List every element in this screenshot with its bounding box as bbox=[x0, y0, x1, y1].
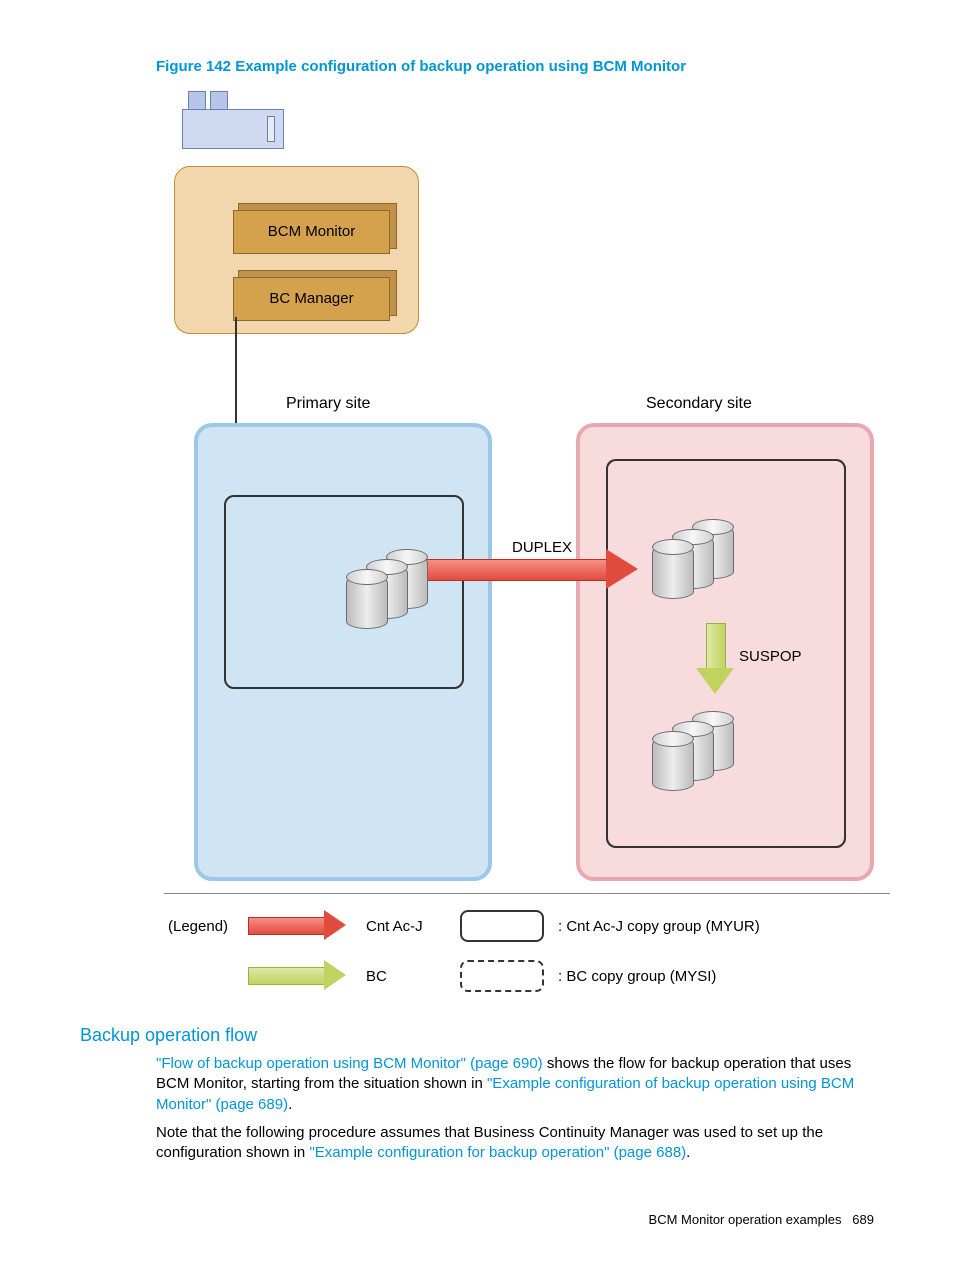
bc-manager-box: BC Manager bbox=[233, 277, 390, 321]
legend-cntacj-box-label: : Cnt Ac-J copy group (MYUR) bbox=[558, 918, 760, 935]
legend-solid-box-icon bbox=[460, 910, 544, 942]
duplex-arrow-icon bbox=[411, 555, 641, 583]
primary-site-box bbox=[194, 423, 492, 881]
page-footer: BCM Monitor operation examples 689 bbox=[649, 1212, 874, 1227]
legend: (Legend) Cnt Ac-J : Cnt Ac-J copy group … bbox=[164, 893, 890, 1008]
disk-cluster-secondary-top bbox=[652, 525, 730, 599]
legend-bc-box-label: : BC copy group (MYSI) bbox=[558, 968, 716, 985]
disk-cluster-primary bbox=[346, 555, 424, 629]
server-rack-icon bbox=[182, 93, 282, 155]
suspop-label: SUSPOP bbox=[739, 648, 802, 665]
figure-caption: Figure 142 Example configuration of back… bbox=[156, 58, 874, 75]
suspop-arrow-icon bbox=[701, 623, 729, 695]
host-group-box: BCM Monitor BC Manager bbox=[174, 166, 419, 334]
primary-site-label: Primary site bbox=[286, 395, 370, 413]
section-heading: Backup operation flow bbox=[80, 1025, 874, 1046]
disk-cluster-secondary-bottom bbox=[652, 717, 730, 791]
link-example-config-backup[interactable]: "Example configuration for backup operat… bbox=[309, 1144, 686, 1161]
legend-bc-arrow-label: BC bbox=[366, 968, 446, 985]
para1-end: . bbox=[288, 1096, 292, 1113]
link-flow-backup[interactable]: "Flow of backup operation using BCM Moni… bbox=[156, 1055, 543, 1072]
duplex-label: DUPLEX bbox=[511, 539, 573, 556]
primary-copy-group bbox=[224, 495, 464, 689]
bcm-monitor-box: BCM Monitor bbox=[233, 210, 390, 254]
legend-red-arrow-icon bbox=[248, 914, 348, 938]
legend-dashed-box-icon bbox=[460, 960, 544, 992]
footer-page: 689 bbox=[852, 1212, 874, 1227]
paragraph-1: "Flow of backup operation using BCM Moni… bbox=[156, 1054, 874, 1115]
figure-diagram: BCM Monitor BC Manager Primary site Seco… bbox=[146, 93, 886, 1003]
legend-title: (Legend) bbox=[164, 918, 248, 935]
legend-cntacj-arrow-label: Cnt Ac-J bbox=[366, 918, 446, 935]
secondary-site-label: Secondary site bbox=[646, 395, 752, 413]
para2-end: . bbox=[686, 1144, 690, 1161]
footer-section: BCM Monitor operation examples bbox=[649, 1212, 842, 1227]
legend-green-arrow-icon bbox=[248, 964, 348, 988]
paragraph-2: Note that the following procedure assume… bbox=[156, 1123, 874, 1164]
